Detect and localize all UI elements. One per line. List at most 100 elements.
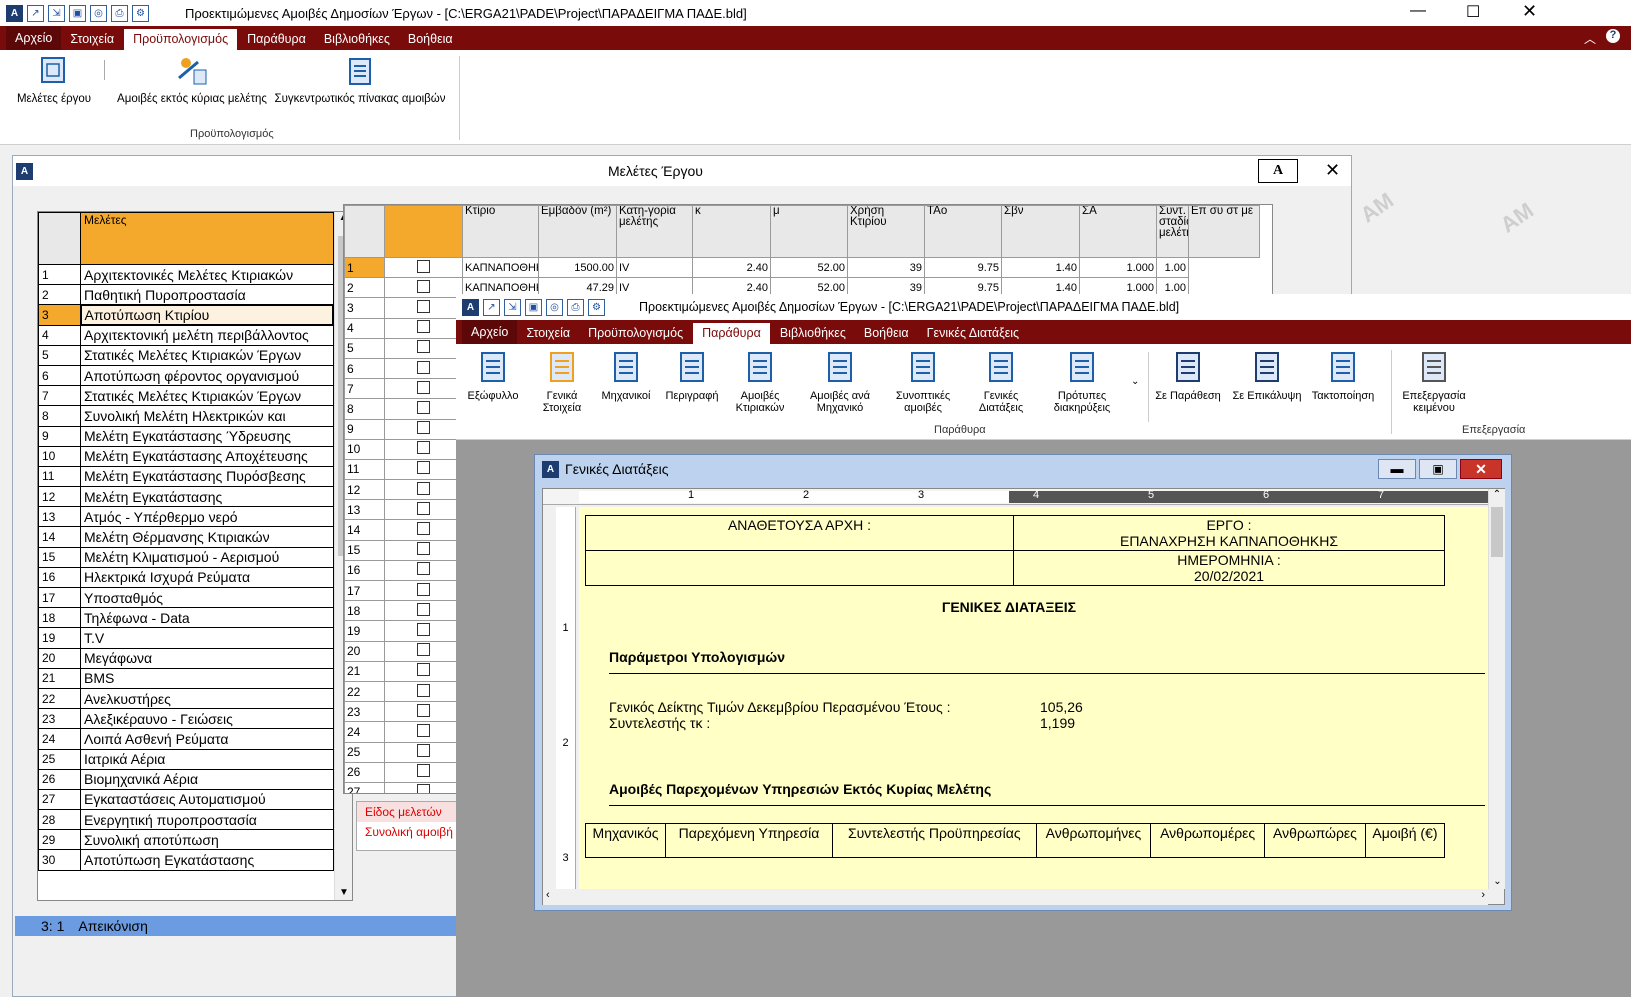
row-checkbox[interactable] (417, 683, 430, 697)
cover-button[interactable]: Εξώφυλλο (462, 350, 524, 402)
detail-cell[interactable]: 39 (847, 256, 925, 279)
study-name[interactable]: Υποσταθμός (80, 586, 334, 609)
standard-notices-button[interactable]: Πρότυπες διακηρύξεις (1042, 350, 1122, 414)
menu-help[interactable]: Βοήθεια (399, 32, 462, 50)
detail-cell[interactable]: 9.75 (924, 256, 1002, 279)
fees-per-engineer-button[interactable]: Αμοιβές ανά Μηχανικό (804, 350, 876, 414)
maximize-button[interactable]: ☐ (1466, 2, 1480, 22)
row-checkbox-cell[interactable] (384, 357, 463, 380)
preview-icon[interactable]: ◎ (90, 4, 107, 22)
doc-close-button[interactable]: ✕ (1460, 459, 1502, 479)
row-checkbox[interactable] (417, 723, 430, 737)
row-checkbox-cell[interactable] (384, 277, 463, 299)
total-fee-link[interactable]: Συνολική αμοιβή (357, 822, 468, 842)
study-name[interactable]: BMS (80, 667, 334, 689)
chart-icon[interactable]: ↗ (27, 4, 44, 22)
study-row[interactable]: 8 Συνολική Μελέτη Ηλεκτρικών και (38, 405, 334, 427)
doc-vscroll[interactable]: ⌃ ⌄ (1488, 489, 1505, 889)
study-name[interactable]: Συνολική Μελέτη Ηλεκτρικών και (80, 405, 334, 427)
study-row[interactable]: 6 Αποτύπωση φέροντος οργανισμού (38, 364, 334, 387)
row-checkbox[interactable] (417, 380, 430, 394)
detail-cell[interactable]: IV (616, 256, 693, 279)
study-name[interactable]: Λοιπά Ασθενή Ρεύματα (80, 728, 334, 750)
row-checkbox-cell[interactable] (384, 418, 463, 440)
chart-icon[interactable]: ↗ (483, 298, 500, 316)
study-name[interactable]: Μεγάφωνα (80, 647, 334, 669)
menu-file[interactable]: Αρχείο (6, 26, 62, 50)
edit-text-button[interactable]: Επεξεργασία κειμένου (1392, 350, 1476, 414)
row-checkbox-cell[interactable] (384, 378, 463, 400)
row-checkbox[interactable] (417, 259, 430, 273)
row-checkbox-cell[interactable] (384, 438, 463, 460)
preview-icon[interactable]: ◎ (546, 298, 563, 316)
export-icon[interactable]: ⇲ (48, 4, 65, 22)
study-types-link[interactable]: Είδος μελετών (357, 802, 468, 822)
row-checkbox-cell[interactable] (384, 256, 463, 279)
study-name[interactable]: Αλεξικέραυνο - Γειώσεις (80, 708, 334, 730)
study-row[interactable]: 4 Αρχιτεκτονική μελέτη περιβάλλοντος (38, 324, 334, 346)
row-checkbox-cell[interactable] (384, 458, 463, 481)
row-checkbox-cell[interactable] (384, 297, 463, 319)
study-row[interactable]: 11 Μελέτη Εγκατάστασης Πυρόσβεσης (38, 465, 334, 488)
row-checkbox-cell[interactable] (384, 398, 463, 420)
study-name[interactable]: Μελέτη Εγκατάστασης (80, 486, 334, 508)
study-row[interactable]: 1 Αρχιτεκτονικές Μελέτες Κτιριακών (38, 263, 334, 286)
row-checkbox-cell[interactable] (384, 761, 463, 783)
menu-budget[interactable]: Προϋπολογισμός (123, 28, 239, 50)
study-row[interactable]: 21 BMS (38, 667, 334, 689)
row-checkbox[interactable] (417, 522, 430, 536)
study-name[interactable]: Μελέτη Θέρμανσης Κτιριακών (80, 526, 334, 548)
detail-cell[interactable]: 52.00 (770, 256, 848, 279)
study-row[interactable]: 28 Ενεργητική πυροπροστασία (38, 809, 334, 831)
row-checkbox[interactable] (417, 542, 430, 556)
row-checkbox[interactable] (417, 340, 430, 354)
menu-libraries[interactable]: Βιβλιοθήκες (315, 32, 399, 50)
study-row[interactable]: 7 Στατικές Μελέτες Κτιριακών Έργων (38, 385, 334, 407)
general-data-button[interactable]: Γενικά Στοιχεία (532, 350, 592, 414)
row-checkbox-cell[interactable] (384, 600, 463, 622)
fees-outside-study-button[interactable]: Αμοιβές εκτός κύριας μελέτης (112, 56, 272, 105)
doc-hscroll[interactable]: ‹ › (543, 889, 1488, 905)
detail-cell[interactable]: 1.000 (1079, 256, 1157, 279)
scroll-right-icon[interactable]: › (1481, 889, 1485, 901)
print-icon[interactable]: ⎙ (111, 4, 128, 22)
row-checkbox-cell[interactable] (384, 579, 463, 602)
study-row[interactable]: 5 Στατικές Μελέτες Κτιριακών Έργων (38, 344, 334, 366)
study-row[interactable]: 14 Μελέτη Θέρμανσης Κτιριακών (38, 526, 334, 548)
study-row[interactable]: 16 Ηλεκτρικά Ισχυρά Ρεύματα (38, 566, 334, 589)
scroll-left-icon[interactable]: ‹ (546, 889, 550, 901)
detail-cell[interactable]: ΚΑΠΝΑΠΟΘΗΚΗ (462, 256, 539, 279)
study-name[interactable]: Ιατρικά Αέρια (80, 748, 334, 770)
font-icon[interactable]: A (1258, 159, 1298, 183)
more-icon[interactable]: ⌄ (1131, 376, 1139, 387)
row-checkbox[interactable] (417, 784, 430, 793)
save-icon[interactable]: ▣ (525, 298, 542, 316)
study-row[interactable]: 30 Αποτύπωση Εγκατάστασης (38, 849, 334, 871)
row-checkbox-cell[interactable] (384, 660, 463, 682)
menu-data[interactable]: Στοιχεία (517, 326, 579, 344)
study-name[interactable]: Μελέτη Εγκατάστασης Αποχέτευσης (80, 445, 334, 467)
row-checkbox[interactable] (417, 320, 430, 334)
row-checkbox[interactable] (417, 622, 430, 636)
study-row[interactable]: 2 Παθητική Πυροπροστασία (38, 284, 334, 306)
row-checkbox-cell[interactable] (384, 317, 463, 339)
study-name[interactable]: Αρχιτεκτονικές Μελέτες Κτιριακών (80, 263, 334, 286)
study-row[interactable]: 22 Ανελκυστήρες (38, 687, 334, 710)
tile-button[interactable]: Σε Παράθεση (1152, 350, 1224, 402)
study-name[interactable]: Αρχιτεκτονική μελέτη περιβάλλοντος (80, 324, 334, 346)
study-name[interactable]: Τηλέφωνα - Data (80, 607, 334, 629)
study-row[interactable]: 18 Τηλέφωνα - Data (38, 607, 334, 629)
engineers-button[interactable]: Μηχανικοί (594, 350, 658, 402)
row-checkbox-cell[interactable] (384, 539, 463, 561)
study-row[interactable]: 24 Λοιπά Ασθενή Ρεύματα (38, 728, 334, 750)
row-checkbox[interactable] (417, 400, 430, 414)
menu-file[interactable]: Αρχείο (462, 320, 518, 344)
study-name[interactable]: Στατικές Μελέτες Κτιριακών Έργων (80, 385, 334, 407)
summary-fees-table-button[interactable]: Συγκεντρωτικός πίνακας αμοιβών (272, 56, 448, 105)
study-name[interactable]: Στατικές Μελέτες Κτιριακών Έργων (80, 344, 334, 366)
row-checkbox[interactable] (417, 562, 430, 576)
study-name[interactable]: Βιομηχανικά Αέρια (80, 768, 334, 790)
study-row[interactable]: 23 Αλεξικέραυνο - Γειώσεις (38, 708, 334, 730)
study-row[interactable]: 20 Μεγάφωνα (38, 647, 334, 669)
row-checkbox-cell[interactable] (384, 337, 463, 359)
